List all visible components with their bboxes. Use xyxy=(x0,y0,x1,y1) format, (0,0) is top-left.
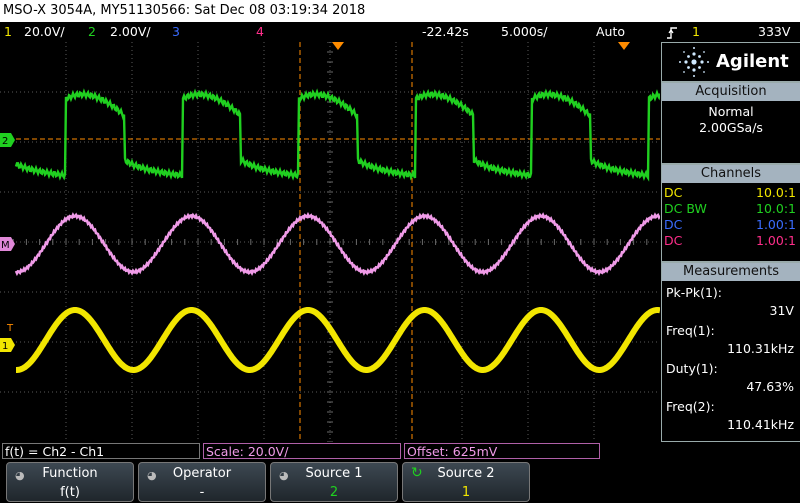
waveform-graticule[interactable]: 2 M T 1 xyxy=(0,41,662,443)
channels-header: Channels xyxy=(662,165,800,183)
ch1-marker-label: 1 xyxy=(2,341,8,352)
sample-rate: 2.00GSa/s xyxy=(699,120,763,135)
measurement-item[interactable]: Freq(2): 110.41kHz xyxy=(662,399,800,433)
trigger-source[interactable]: 1 xyxy=(692,22,700,42)
ch2-coupling: DC BW xyxy=(664,201,707,216)
measurement-item[interactable]: Freq(1): 110.31kHz xyxy=(662,323,800,357)
ch4-probe: 1.00:1 xyxy=(756,233,796,248)
waveform-display[interactable]: 2 M T 1 xyxy=(0,41,662,443)
ch2-marker-label: 2 xyxy=(2,136,8,147)
duty-ch1-label: Duty(1): xyxy=(666,361,718,376)
title-bar: MSO-X 3054A, MY51130566: Sat Dec 08 03:1… xyxy=(0,0,800,22)
trigger-status: 1 333V xyxy=(660,22,800,42)
ch1-channel-row: DC 10.0:1 xyxy=(662,185,800,201)
measurements-header: Measurements xyxy=(662,263,800,281)
function-softkey-label: Function xyxy=(42,466,98,481)
math-offset[interactable]: Offset: 625mV xyxy=(404,443,600,459)
ch1-number[interactable]: 1 xyxy=(4,22,12,42)
source2-softkey-value: 1 xyxy=(461,485,471,500)
source2-softkey-label: Source 2 xyxy=(437,466,495,481)
trigger-mode[interactable]: Auto xyxy=(596,22,625,42)
agilent-logo: Agilent xyxy=(661,42,800,82)
pkpk-ch1-label: Pk-Pk(1): xyxy=(666,285,722,300)
operator-softkey[interactable]: ◕ Operator - xyxy=(138,462,266,502)
ch3-number[interactable]: 3 xyxy=(172,22,180,42)
acquisition-mode: Normal xyxy=(708,104,754,119)
acquisition-header: Acquisition xyxy=(662,83,800,101)
math-scale[interactable]: Scale: 20.0V/ xyxy=(203,443,401,459)
measurement-item[interactable]: Duty(1): 47.63% xyxy=(662,361,800,395)
ch1-coupling: DC xyxy=(664,185,683,200)
softkey-bar: ◕ Function f(t) ◕ Operator - ◕ Source 1 … xyxy=(0,460,800,503)
math-formula: f(t) = Ch2 - Ch1 xyxy=(2,443,200,459)
trigger-level-marker[interactable]: T xyxy=(6,323,14,334)
acquisition-panel[interactable]: Acquisition Normal 2.00GSa/s xyxy=(661,82,800,164)
freq-ch1-label: Freq(1): xyxy=(666,323,715,338)
ch4-coupling: DC xyxy=(664,233,683,248)
trigger-marker-label: T xyxy=(6,323,14,334)
channel-status-bar: 1 20.0V/ 2 2.00V/ 3 4 -22.42s 5.000s/ Au… xyxy=(0,22,660,42)
duty-ch1-value: 47.63% xyxy=(746,379,794,394)
trigger-level[interactable]: 333V xyxy=(758,22,790,42)
channels-panel[interactable]: Channels DC 10.0:1 DC BW 10.0:1 DC 1.00:… xyxy=(661,164,800,262)
ch3-coupling: DC xyxy=(664,217,683,232)
function-softkey[interactable]: ◕ Function f(t) xyxy=(6,462,134,502)
freq-ch1-value: 110.31kHz xyxy=(727,341,794,356)
operator-softkey-label: Operator xyxy=(172,466,232,481)
trigger-edge-icon xyxy=(666,22,678,42)
brand-name: Agilent xyxy=(716,51,789,72)
agilent-spark-icon xyxy=(679,47,709,77)
ch2-channel-row: DC BW 10.0:1 xyxy=(662,201,800,217)
source2-softkey[interactable]: ↻ Source 2 1 xyxy=(402,462,530,502)
ch2-number[interactable]: 2 xyxy=(88,22,96,42)
source1-softkey[interactable]: ◕ Source 1 2 xyxy=(270,462,398,502)
ch3-probe: 1.00:1 xyxy=(756,217,796,232)
time-scale[interactable]: 5.000s/ xyxy=(501,22,548,42)
instrument-title: MSO-X 3054A, MY51130566: Sat Dec 08 03:1… xyxy=(3,3,366,18)
pkpk-ch1-value: 31V xyxy=(769,303,794,318)
ch1-scale[interactable]: 20.0V/ xyxy=(24,22,65,42)
ch3-channel-row: DC 1.00:1 xyxy=(662,217,800,233)
source1-softkey-label: Source 1 xyxy=(305,466,363,481)
measurement-item[interactable]: Pk-Pk(1): 31V xyxy=(662,285,800,319)
right-info-panel: Agilent Acquisition Normal 2.00GSa/s Cha… xyxy=(660,42,800,442)
freq-ch2-label: Freq(2): xyxy=(666,399,715,414)
operator-softkey-value: - xyxy=(199,485,205,500)
math-marker-label: M xyxy=(1,240,10,251)
ch2-scale[interactable]: 2.00V/ xyxy=(110,22,151,42)
measurements-panel[interactable]: Measurements Pk-Pk(1): 31V Freq(1): 110.… xyxy=(661,262,800,442)
function-softkey-value: f(t) xyxy=(60,485,80,500)
time-offset[interactable]: -22.42s xyxy=(422,22,469,42)
ch4-channel-row: DC 1.00:1 xyxy=(662,233,800,249)
ch1-probe: 10.0:1 xyxy=(756,185,796,200)
ch4-number[interactable]: 4 xyxy=(256,22,264,42)
freq-ch2-value: 110.41kHz xyxy=(727,417,794,432)
source1-softkey-value: 2 xyxy=(329,485,339,500)
math-function-bar: f(t) = Ch2 - Ch1 Scale: 20.0V/ Offset: 6… xyxy=(0,442,800,460)
ch2-probe: 10.0:1 xyxy=(756,201,796,216)
